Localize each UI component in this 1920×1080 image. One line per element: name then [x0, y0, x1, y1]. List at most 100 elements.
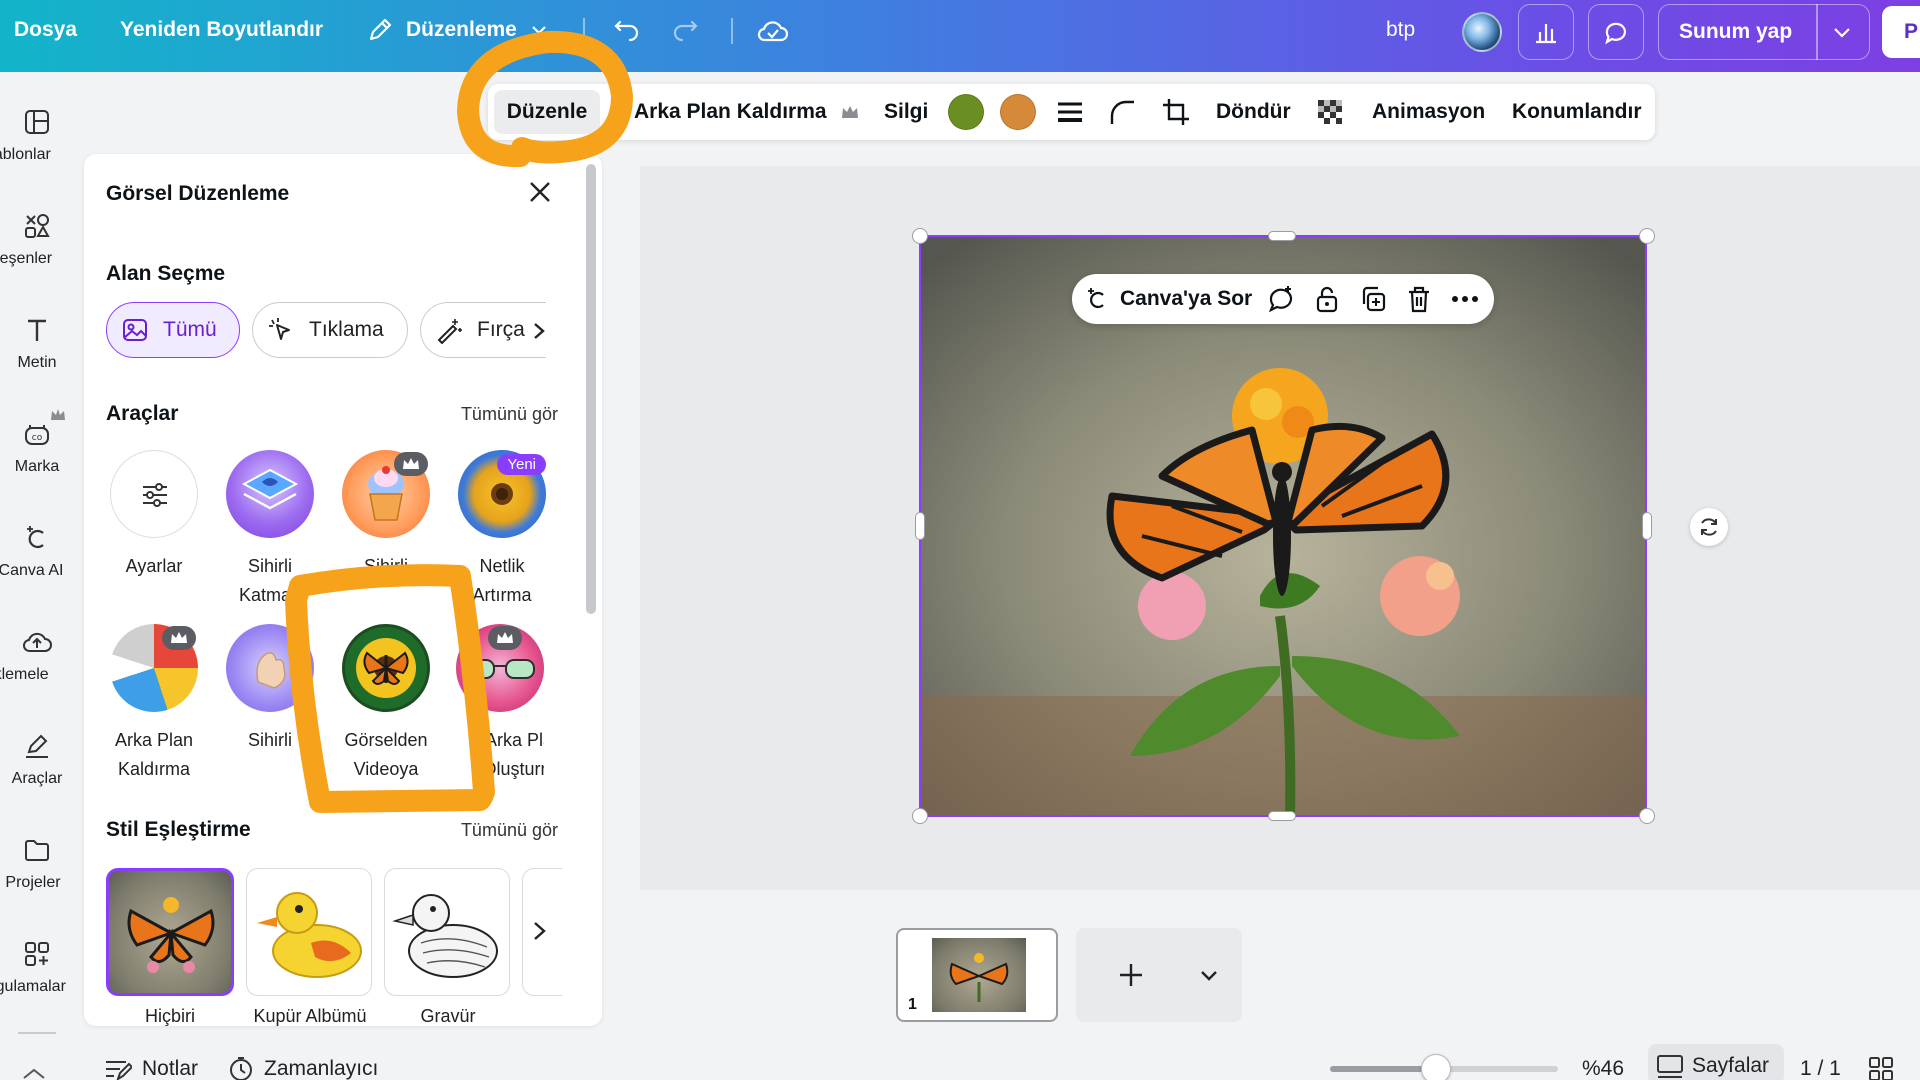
timer-button[interactable]: Zamanlayıcı [228, 1054, 378, 1080]
zoom-slider[interactable] [1330, 1054, 1558, 1080]
tool-bg-generator[interactable]: Arka PlanOluşturma [444, 624, 544, 784]
resize-handle-bottom[interactable] [1268, 811, 1296, 821]
rail-item-brand[interactable]: co Marka [0, 409, 74, 476]
rail-item-templates[interactable]: Şablonlar [0, 106, 74, 164]
crown-icon [841, 106, 858, 118]
tool-magic-edit[interactable]: Sihirli [328, 450, 444, 581]
resize-handle-top-right[interactable] [1639, 228, 1655, 244]
file-menu[interactable]: Dosya [14, 0, 77, 60]
border-style-icon[interactable] [1056, 98, 1084, 126]
user-name[interactable]: btp [1386, 0, 1415, 60]
chevron-down-icon[interactable] [1198, 964, 1220, 986]
close-icon[interactable] [524, 176, 556, 208]
resize-button[interactable]: Yeniden Boyutlandır [120, 0, 323, 60]
rail-item-elements[interactable]: Bileşenler [0, 210, 74, 268]
trash-icon[interactable] [1404, 284, 1434, 314]
duplicate-icon[interactable] [1358, 284, 1388, 314]
styles-see-all-link[interactable]: Tümünü gör [461, 820, 558, 841]
magic-grab-icon [226, 624, 314, 712]
crown-icon [51, 409, 65, 420]
style-scrapbook[interactable] [246, 868, 372, 996]
edit-image-button[interactable]: Düzenle [494, 90, 600, 134]
bg-remove-button[interactable]: Arka Plan Kaldırma [634, 84, 859, 140]
rail-label: Yüklemeler [0, 666, 48, 683]
present-label: Sunum yap [1679, 20, 1793, 43]
divider [1816, 4, 1818, 60]
crop-icon[interactable] [1160, 96, 1192, 128]
lock-icon[interactable] [1312, 284, 1342, 314]
add-comment-icon[interactable] [1266, 284, 1296, 314]
notes-button[interactable]: Notlar [104, 1054, 198, 1080]
redo-icon[interactable] [672, 16, 702, 46]
cupcake-icon [342, 450, 430, 538]
templates-icon [25, 110, 49, 134]
resize-handle-top-left[interactable] [912, 228, 928, 244]
position-button[interactable]: Konumlandır [1512, 84, 1642, 140]
bar-chart-icon [1536, 24, 1556, 44]
tool-bg-remover[interactable]: Arka Plan Kaldırma [96, 624, 212, 784]
new-badge: Yeni [497, 454, 546, 475]
tool-magic-grab[interactable]: Sihirli [212, 624, 328, 755]
transparency-icon[interactable] [1316, 98, 1346, 128]
tool-magic-layers[interactable]: Sihirli Katman [212, 450, 328, 610]
sunflower-icon: Yeni [458, 450, 546, 538]
undo-icon[interactable] [610, 16, 640, 46]
more-options-icon[interactable] [1450, 286, 1480, 312]
premium-badge [488, 626, 522, 650]
chevron-down-icon [532, 26, 546, 35]
rail-label: Projeler [5, 874, 61, 891]
rail-item-apps[interactable]: Uygulamalar [0, 938, 74, 996]
style-none[interactable] [106, 868, 234, 996]
tool-image-to-video[interactable]: Görselden Videoya [328, 624, 444, 784]
resize-handle-bottom-left[interactable] [912, 808, 928, 824]
tool-adjust[interactable]: Ayarlar [96, 450, 212, 581]
edit-mode-dropdown[interactable]: Düzenleme [366, 0, 549, 60]
rail-item-projects[interactable]: Projeler [0, 834, 74, 892]
page-thumbnail[interactable]: 1 [896, 928, 1058, 1022]
grid-view-icon[interactable] [1868, 1056, 1894, 1080]
chip-label: Fırça [477, 318, 525, 341]
animate-button[interactable]: Animasyon [1372, 84, 1485, 140]
tool-label: Sihirli Katman [238, 556, 302, 605]
eraser-button[interactable]: Silgi [884, 84, 928, 140]
resize-handle-bottom-right[interactable] [1639, 808, 1655, 824]
pages-button[interactable]: Sayfalar [1648, 1044, 1784, 1080]
tools-see-all-link[interactable]: Tümünü gör [461, 404, 558, 425]
resize-handle-top[interactable] [1268, 231, 1296, 241]
rotate-button[interactable]: Döndür [1216, 84, 1291, 140]
chip-all[interactable]: Tümü [106, 302, 240, 358]
cloud-saved-icon[interactable] [756, 14, 790, 48]
plus-icon[interactable] [1116, 960, 1146, 990]
user-avatar[interactable] [1462, 12, 1502, 52]
resize-handle-right[interactable] [1642, 512, 1652, 540]
style-next-partial[interactable] [522, 868, 562, 996]
rail-item-tools[interactable]: Araçlar [0, 730, 74, 788]
rail-label: Araçlar [11, 770, 63, 787]
zoom-slider-knob[interactable] [1421, 1054, 1451, 1080]
comment-icon [1605, 22, 1627, 45]
tool-label: Arka PlanOluşturma [482, 730, 544, 779]
rotate-handle[interactable] [1690, 508, 1728, 546]
insights-button[interactable] [1518, 4, 1574, 60]
style-label: Hiçbiri [144, 1006, 195, 1026]
ask-canva-button[interactable]: Canva'ya Sor [1120, 274, 1252, 324]
corner-rounding-icon[interactable] [1108, 98, 1136, 126]
panel-scrollbar[interactable] [586, 164, 596, 614]
chevron-right-icon[interactable] [529, 919, 551, 943]
share-button[interactable]: P [1882, 6, 1920, 58]
color-swatch-orange[interactable] [1000, 94, 1036, 130]
chip-click[interactable]: Tıklama [252, 302, 408, 358]
style-engraving[interactable] [384, 868, 510, 996]
rail-item-text[interactable]: Metin [0, 314, 74, 372]
rail-item-canva-ai[interactable]: Canva AI [0, 522, 74, 580]
chevron-right-icon[interactable] [528, 320, 550, 342]
rail-item-uploads[interactable]: Yüklemeler [0, 626, 74, 684]
chevron-down-icon[interactable] [1830, 20, 1854, 44]
resize-handle-left[interactable] [915, 512, 925, 540]
tool-enhance[interactable]: Yeni Netlik Artırma [444, 450, 560, 610]
color-swatch-green[interactable] [948, 94, 984, 130]
rail-label: Metin [17, 354, 57, 371]
zoom-value[interactable]: %46 [1582, 1054, 1624, 1080]
comments-button[interactable] [1588, 4, 1644, 60]
chevron-up-icon[interactable] [18, 1064, 50, 1080]
